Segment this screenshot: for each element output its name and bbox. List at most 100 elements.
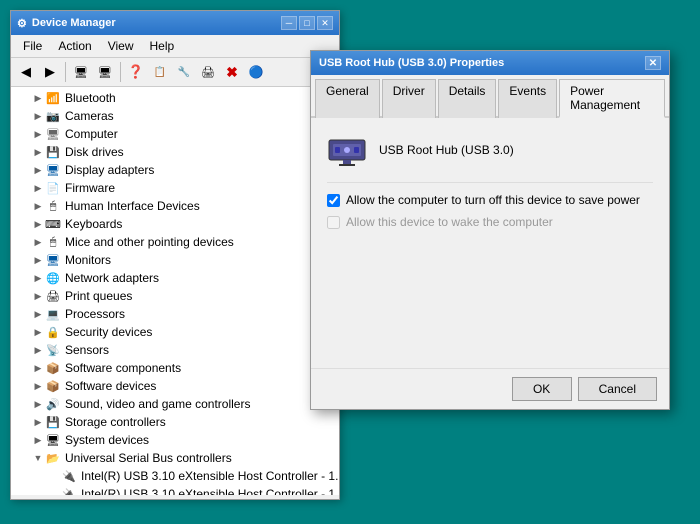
tree-item-storage[interactable]: ▶ 💾 Storage controllers bbox=[11, 413, 339, 431]
tree-item-sound[interactable]: ▶ 🔊 Sound, video and game controllers bbox=[11, 395, 339, 413]
toolbar: ◀ ▶ 🖥 🖥 ❓ 📋 🔧 🖨 ✖ 🔵 bbox=[11, 58, 339, 87]
display-adapters-icon: 🖥 bbox=[45, 162, 61, 178]
device-icon-large bbox=[327, 134, 367, 166]
tree-item-hid[interactable]: ▶ 🖱 Human Interface Devices bbox=[11, 197, 339, 215]
properties-button[interactable]: 🖥 bbox=[70, 61, 92, 83]
tree-item-keyboards[interactable]: ▶ ⌨ Keyboards bbox=[11, 215, 339, 233]
tree-item-cameras[interactable]: ▶ 📷 Cameras bbox=[11, 107, 339, 125]
tree-label-usb-intel2: Intel(R) USB 3.10 eXtensible Host Contro… bbox=[81, 487, 339, 495]
tree-label-processors: Processors bbox=[65, 307, 125, 321]
tree-item-processors[interactable]: ▶ 💻 Processors bbox=[11, 305, 339, 323]
tree-item-system[interactable]: ▶ 🖥 System devices bbox=[11, 431, 339, 449]
maximize-button[interactable]: □ bbox=[299, 16, 315, 30]
device-header: USB Root Hub (USB 3.0) bbox=[327, 134, 653, 166]
forward-button[interactable]: ▶ bbox=[39, 61, 61, 83]
allow-turn-off-label[interactable]: Allow the computer to turn off this devi… bbox=[346, 193, 640, 207]
tree-item-computer[interactable]: ▶ 🖥 Computer bbox=[11, 125, 339, 143]
security-icon: 🔒 bbox=[45, 324, 61, 340]
title-bar: ⚙ Device Manager ─ □ ✕ bbox=[11, 11, 339, 35]
menu-view[interactable]: View bbox=[100, 37, 142, 55]
update-driver-button[interactable]: 🖥 bbox=[94, 61, 116, 83]
tree-label-security: Security devices bbox=[65, 325, 152, 339]
allow-wake-label: Allow this device to wake the computer bbox=[346, 215, 553, 229]
menu-file[interactable]: File bbox=[15, 37, 50, 55]
tree-label-system: System devices bbox=[65, 433, 149, 447]
tree-label-usb-intel1: Intel(R) USB 3.10 eXtensible Host Contro… bbox=[81, 469, 339, 483]
tree-item-display-adapters[interactable]: ▶ 🖥 Display adapters bbox=[11, 161, 339, 179]
usb-intel2-icon: 🔌 bbox=[61, 486, 77, 495]
cancel-button[interactable]: Cancel bbox=[578, 377, 657, 401]
dialog-close-button[interactable]: ✕ bbox=[645, 56, 661, 70]
window-title: Device Manager bbox=[32, 17, 116, 29]
sensors-icon: 📡 bbox=[45, 342, 61, 358]
network-icon: 🌐 bbox=[45, 270, 61, 286]
tree-item-firmware[interactable]: ▶ 📄 Firmware bbox=[11, 179, 339, 197]
keyboards-icon: ⌨ bbox=[45, 216, 61, 232]
ok-button[interactable]: OK bbox=[512, 377, 572, 401]
storage-icon: 💾 bbox=[45, 414, 61, 430]
tab-driver[interactable]: Driver bbox=[382, 79, 436, 118]
tab-general[interactable]: General bbox=[315, 79, 380, 118]
system-icon: 🖥 bbox=[45, 432, 61, 448]
computer-icon: 🖥 bbox=[45, 126, 61, 142]
menu-help[interactable]: Help bbox=[142, 37, 183, 55]
tree-item-sensors[interactable]: ▶ 📡 Sensors bbox=[11, 341, 339, 359]
close-button[interactable]: ✕ bbox=[317, 16, 333, 30]
device-name-label: USB Root Hub (USB 3.0) bbox=[379, 143, 514, 157]
tree-label-software-devices: Software devices bbox=[65, 379, 156, 393]
properties-dialog: USB Root Hub (USB 3.0) Properties ✕ Gene… bbox=[310, 50, 670, 410]
details-button[interactable]: 📋 bbox=[149, 61, 171, 83]
allow-turn-off-checkbox[interactable] bbox=[327, 194, 340, 207]
resources-button[interactable]: 🔧 bbox=[173, 61, 195, 83]
tree-label-bluetooth: Bluetooth bbox=[65, 91, 116, 105]
dialog-title-text: USB Root Hub (USB 3.0) Properties bbox=[319, 57, 504, 69]
tree-item-disk-drives[interactable]: ▶ 💾 Disk drives bbox=[11, 143, 339, 161]
software-components-icon: 📦 bbox=[45, 360, 61, 376]
allow-wake-checkbox[interactable] bbox=[327, 216, 340, 229]
tree-label-keyboards: Keyboards bbox=[65, 217, 122, 231]
print-button[interactable]: 🖨 bbox=[197, 61, 219, 83]
tree-item-usb-intel1[interactable]: ▶ 🔌 Intel(R) USB 3.10 eXtensible Host Co… bbox=[11, 467, 339, 485]
dialog-tabs: General Driver Details Events Power Mana… bbox=[311, 75, 669, 118]
tree-label-print: Print queues bbox=[65, 289, 132, 303]
help-button[interactable]: ❓ bbox=[125, 61, 147, 83]
menu-action[interactable]: Action bbox=[50, 37, 99, 55]
tab-events[interactable]: Events bbox=[498, 79, 557, 118]
scan-button[interactable]: 🔵 bbox=[245, 61, 267, 83]
tree-item-usb-intel2[interactable]: ▶ 🔌 Intel(R) USB 3.10 eXtensible Host Co… bbox=[11, 485, 339, 495]
tree-item-print[interactable]: ▶ 🖨 Print queues bbox=[11, 287, 339, 305]
software-devices-icon: 📦 bbox=[45, 378, 61, 394]
dialog-footer: OK Cancel bbox=[311, 368, 669, 409]
hid-icon: 🖱 bbox=[45, 198, 61, 214]
tree-label-display-adapters: Display adapters bbox=[65, 163, 154, 177]
minimize-button[interactable]: ─ bbox=[281, 16, 297, 30]
title-bar-left: ⚙ Device Manager bbox=[17, 17, 116, 30]
print-icon: 🖨 bbox=[45, 288, 61, 304]
back-button[interactable]: ◀ bbox=[15, 61, 37, 83]
uninstall-button[interactable]: ✖ bbox=[221, 61, 243, 83]
tree-label-disk-drives: Disk drives bbox=[65, 145, 124, 159]
tree-label-mice: Mice and other pointing devices bbox=[65, 235, 234, 249]
tree-item-usb-controllers[interactable]: ▼ 📂 Universal Serial Bus controllers bbox=[11, 449, 339, 467]
tree-item-software-components[interactable]: ▶ 📦 Software components bbox=[11, 359, 339, 377]
usb-controllers-icon: 📂 bbox=[45, 450, 61, 466]
device-manager-window: ⚙ Device Manager ─ □ ✕ File Action View … bbox=[10, 10, 340, 500]
tree-item-bluetooth[interactable]: ▶ 📶 Bluetooth bbox=[11, 89, 339, 107]
content-separator bbox=[327, 182, 653, 183]
tree-item-software-devices[interactable]: ▶ 📦 Software devices bbox=[11, 377, 339, 395]
tree-item-mice[interactable]: ▶ 🖱 Mice and other pointing devices bbox=[11, 233, 339, 251]
tab-power-management[interactable]: Power Management bbox=[559, 79, 665, 118]
tab-details[interactable]: Details bbox=[438, 79, 497, 118]
tree-item-monitors[interactable]: ▶ 🖥 Monitors bbox=[11, 251, 339, 269]
device-tree[interactable]: ▶ 📶 Bluetooth ▶ 📷 Cameras ▶ 🖥 Computer ▶… bbox=[11, 87, 339, 495]
tree-label-computer: Computer bbox=[65, 127, 118, 141]
tree-item-security[interactable]: ▶ 🔒 Security devices bbox=[11, 323, 339, 341]
tree-item-network[interactable]: ▶ 🌐 Network adapters bbox=[11, 269, 339, 287]
power-management-section: Allow the computer to turn off this devi… bbox=[327, 193, 653, 229]
tree-label-network: Network adapters bbox=[65, 271, 159, 285]
toolbar-sep-2 bbox=[120, 62, 121, 82]
tree-label-usb-controllers: Universal Serial Bus controllers bbox=[65, 451, 232, 465]
tree-label-storage: Storage controllers bbox=[65, 415, 166, 429]
tree-label-hid: Human Interface Devices bbox=[65, 199, 200, 213]
mice-icon: 🖱 bbox=[45, 234, 61, 250]
